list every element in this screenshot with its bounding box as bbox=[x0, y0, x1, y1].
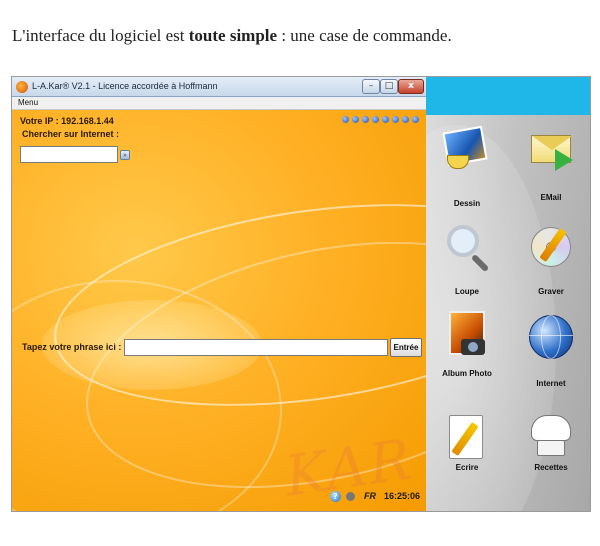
launcher-item-email[interactable]: EMail bbox=[516, 123, 586, 213]
globe-icon bbox=[527, 313, 575, 361]
dot-icon bbox=[402, 116, 409, 123]
enter-button[interactable]: Entrée bbox=[390, 338, 422, 357]
search-label: Chercher sur Internet : bbox=[22, 129, 120, 139]
launcher-item-recettes[interactable]: Recettes bbox=[516, 413, 586, 503]
magnifier-icon bbox=[443, 223, 491, 273]
launcher-item-dessin[interactable]: Dessin bbox=[432, 123, 502, 213]
chef-hat-icon bbox=[527, 413, 575, 461]
notepad-icon bbox=[443, 413, 491, 461]
search-go-button[interactable]: » bbox=[120, 150, 130, 160]
dot-icon bbox=[372, 116, 379, 123]
app-window: L-A.Kar® V2.1 - Licence accordée à Hoffm… bbox=[12, 77, 426, 511]
command-panel: Votre IP : 192.168.1.44 Chercher sur Int… bbox=[12, 110, 426, 511]
dot-icon bbox=[352, 116, 359, 123]
title-bar[interactable]: L-A.Kar® V2.1 - Licence accordée à Hoffm… bbox=[12, 77, 426, 97]
launcher-item-graver[interactable]: Graver bbox=[516, 221, 586, 311]
dot-icon bbox=[342, 116, 349, 123]
dot-icon bbox=[392, 116, 399, 123]
close-button[interactable]: x bbox=[398, 79, 424, 94]
dot-icon bbox=[412, 116, 419, 123]
clock: 16:25:06 bbox=[384, 491, 421, 501]
caption-text-end: : une case de commande. bbox=[277, 26, 452, 45]
launcher-item-label: Internet bbox=[536, 379, 566, 388]
email-icon bbox=[527, 125, 575, 173]
software-screenshot: L-A.Kar® V2.1 - Licence accordée à Hoffm… bbox=[11, 76, 591, 512]
launcher-item-label: Graver bbox=[538, 287, 564, 296]
photo-album-icon bbox=[443, 311, 491, 359]
launcher-item-ecrire[interactable]: Ecrire bbox=[432, 413, 502, 503]
phrase-label: Tapez votre phrase ici : bbox=[22, 342, 122, 352]
search-input[interactable] bbox=[20, 146, 118, 163]
intro-caption: L'interface du logiciel est toute simple… bbox=[12, 26, 452, 46]
app-logo-icon bbox=[16, 81, 28, 93]
dot-icon bbox=[382, 116, 389, 123]
launcher-item-internet[interactable]: Internet bbox=[516, 311, 586, 401]
dot-icon bbox=[362, 116, 369, 123]
progress-dots bbox=[342, 116, 424, 124]
launcher-item-loupe[interactable]: Loupe bbox=[432, 221, 502, 311]
phrase-input[interactable] bbox=[124, 339, 388, 356]
caption-bold-text: toute simple bbox=[188, 26, 278, 45]
app-launcher: Dessin EMail Loupe Graver Album Photo In… bbox=[426, 115, 590, 511]
launcher-item-label: Dessin bbox=[453, 199, 481, 208]
language-indicator: FR bbox=[364, 491, 376, 501]
caption-text: L'interface du logiciel est bbox=[12, 26, 189, 45]
window-title: L-A.Kar® V2.1 - Licence accordée à Hoffm… bbox=[32, 81, 218, 91]
menu-bar: Menu bbox=[12, 97, 426, 110]
maximize-button[interactable]: □ bbox=[380, 79, 398, 94]
launcher-item-label: Album Photo bbox=[442, 369, 492, 378]
ip-address-label: Votre IP : 192.168.1.44 bbox=[20, 116, 114, 126]
minimize-button[interactable]: – bbox=[362, 79, 380, 94]
launcher-item-label: EMail bbox=[540, 193, 562, 202]
launcher-item-label: Ecrire bbox=[455, 463, 479, 472]
help-icon[interactable]: ? bbox=[330, 491, 341, 502]
launcher-item-album-photo[interactable]: Album Photo bbox=[432, 311, 502, 401]
cd-burn-icon bbox=[527, 223, 575, 271]
paint-icon bbox=[442, 125, 491, 173]
launcher-item-label: Recettes bbox=[534, 463, 568, 472]
launcher-item-label: Loupe bbox=[455, 287, 479, 296]
desktop-sky bbox=[426, 77, 590, 115]
menu-item-menu[interactable]: Menu bbox=[18, 98, 38, 107]
microphone-icon[interactable] bbox=[346, 492, 355, 501]
